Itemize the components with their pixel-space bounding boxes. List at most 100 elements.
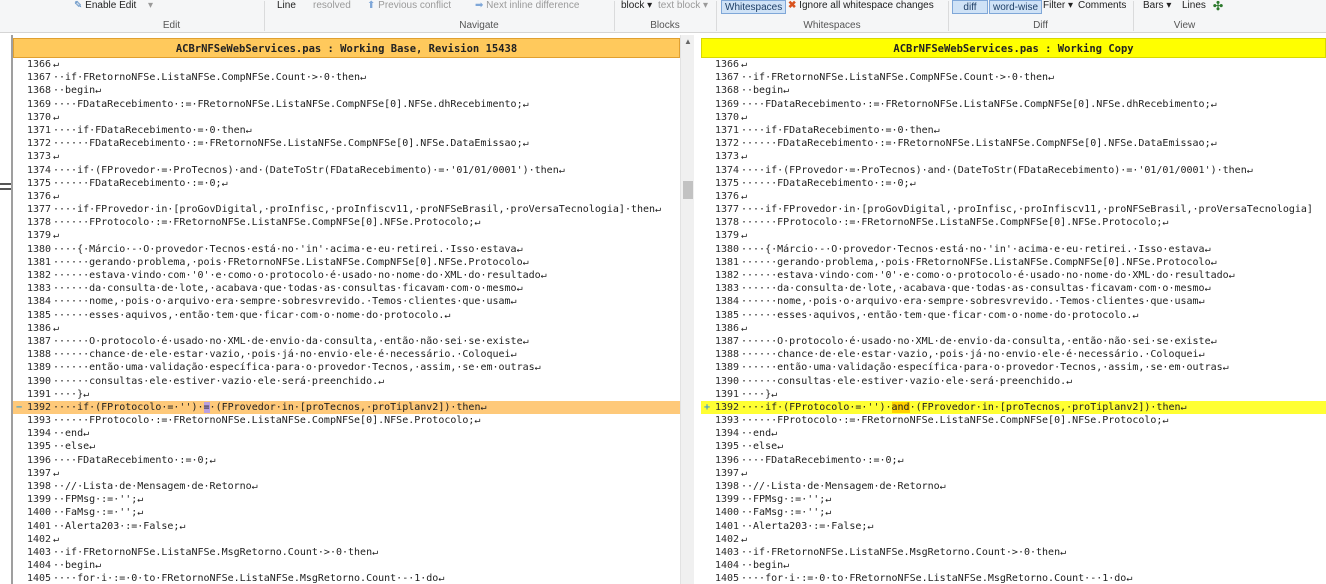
- code-line[interactable]: 1394 ··end↵: [701, 427, 1326, 440]
- code-line[interactable]: 1366 ↵: [13, 58, 680, 71]
- code-line[interactable]: 1367 ··if·FRetornoNFSe.ListaNFSe.CompNFSe…: [701, 71, 1326, 84]
- code-line[interactable]: 1402 ↵: [13, 533, 680, 546]
- code-line[interactable]: 1379 ↵: [13, 229, 680, 242]
- previous-conflict-button[interactable]: ⬆ Previous conflict: [367, 0, 451, 13]
- code-line[interactable]: 1400 ··FaMsg·:=·'';↵: [13, 506, 680, 519]
- word-wise-toggle[interactable]: word-wise: [989, 0, 1043, 14]
- code-line[interactable]: 1397 ↵: [13, 467, 680, 480]
- enable-edit-button[interactable]: ✎ Enable Edit: [74, 0, 136, 13]
- changed-code-line[interactable]: −1392 ····if·(FProtocolo·=·'')·=·(FProved…: [13, 400, 680, 415]
- code-line[interactable]: 1385 ······esses·aquivos,·então·tem·que·f…: [701, 309, 1326, 322]
- filter-dropdown[interactable]: Filter ▾: [1043, 0, 1073, 13]
- code-line[interactable]: 1368 ··begin↵: [701, 84, 1326, 97]
- comments-toggle[interactable]: Comments: [1078, 0, 1126, 13]
- code-line[interactable]: 1371 ····if·FDataRecebimento·=·0·then↵: [701, 124, 1326, 137]
- code-line[interactable]: 1380 ····{·Márcio·-·O·provedor·Tecnos·est…: [13, 243, 680, 256]
- code-line[interactable]: 1373 ↵: [701, 150, 1326, 163]
- code-line[interactable]: 1404 ··begin↵: [13, 559, 680, 572]
- code-line[interactable]: 1395 ··else↵: [13, 440, 680, 453]
- block-dropdown[interactable]: block ▾: [621, 0, 652, 13]
- code-line[interactable]: 1398 ··//·Lista·de·Mensagem·de·Retorno↵: [13, 480, 680, 493]
- code-line[interactable]: 1395 ··else↵: [701, 440, 1326, 453]
- dropdown-chevron-icon[interactable]: ▾: [148, 0, 153, 13]
- code-line[interactable]: 1397 ↵: [701, 467, 1326, 480]
- text-block-dropdown[interactable]: text block ▾: [658, 0, 708, 13]
- code-line[interactable]: 1369 ····FDataRecebimento·:=·FRetornoNFSe…: [701, 98, 1326, 111]
- scroll-up-icon[interactable]: ▲: [681, 37, 695, 49]
- code-line[interactable]: 1387 ······O·protocolo·é·usado·no·XML·de·…: [701, 335, 1326, 348]
- code-line[interactable]: 1393 ······FProtocolo·:=·FRetornoNFSe.Lis…: [13, 414, 680, 427]
- diff-toggle[interactable]: diff: [952, 0, 988, 14]
- code-line[interactable]: 1399 ··FPMsg·:=·'';↵: [13, 493, 680, 506]
- code-line[interactable]: 1382 ······estava·vindo·com·'0'·e·como·o·…: [13, 269, 680, 282]
- lines-icon[interactable]: ✣: [1213, 0, 1223, 13]
- code-line[interactable]: 1403 ··if·FRetornoNFSe.ListaNFSe.MsgRetor…: [13, 546, 680, 559]
- code-line[interactable]: 1373 ↵: [13, 150, 680, 163]
- code-line[interactable]: 1377 ····if·FProvedor·in·[proGovDigital,·…: [701, 203, 1326, 216]
- code-line[interactable]: 1367 ··if·FRetornoNFSe.ListaNFSe.CompNFSe…: [13, 71, 680, 84]
- code-line[interactable]: 1375 ······FDataRecebimento·:=·0;↵: [13, 177, 680, 190]
- code-line[interactable]: 1383 ······da·consulta·de·lote,·acabava·q…: [701, 282, 1326, 295]
- code-line[interactable]: 1385 ······esses·aquivos,·então·tem·que·f…: [13, 309, 680, 322]
- code-line[interactable]: 1372 ······FDataRecebimento·:=·FRetornoNF…: [13, 137, 680, 150]
- next-inline-difference-button[interactable]: ➡ Next inline difference: [475, 0, 579, 13]
- right-code-view[interactable]: 1366 ↵ 1367 ··if·FRetornoNFSe.ListaNFSe.Com…: [701, 58, 1326, 584]
- code-line[interactable]: 1402 ↵: [701, 533, 1326, 546]
- code-line[interactable]: 1378 ······FProtocolo·:=·FRetornoNFSe.Lis…: [13, 216, 680, 229]
- code-line[interactable]: 1372 ······FDataRecebimento·:=·FRetornoNF…: [701, 137, 1326, 150]
- code-line[interactable]: 1401 ··Alerta203·:=·False;↵: [701, 520, 1326, 533]
- ignore-whitespace-button[interactable]: ✖ Ignore all whitespace changes: [788, 0, 934, 13]
- code-line[interactable]: 1384 ······nome,·pois·o·arquivo·era·sempr…: [701, 295, 1326, 308]
- code-line[interactable]: 1371 ····if·FDataRecebimento·=·0·then↵: [13, 124, 680, 137]
- code-line[interactable]: 1399 ··FPMsg·:=·'';↵: [701, 493, 1326, 506]
- code-line[interactable]: 1381 ······gerando·problema,·pois·FRetorn…: [13, 256, 680, 269]
- left-diff-pane[interactable]: ACBrNFSeWebServices.pas : Working Base, …: [13, 35, 680, 584]
- code-line[interactable]: 1398 ··//·Lista·de·Mensagem·de·Retorno↵: [701, 480, 1326, 493]
- code-line[interactable]: 1394 ··end↵: [13, 427, 680, 440]
- code-line[interactable]: 1366 ↵: [701, 58, 1326, 71]
- code-line[interactable]: 1401 ··Alerta203·:=·False;↵: [13, 520, 680, 533]
- resolved-toggle[interactable]: resolved: [313, 0, 351, 13]
- code-line[interactable]: 1369 ····FDataRecebimento·:=·FRetornoNFSe…: [13, 98, 680, 111]
- code-line[interactable]: 1396 ····FDataRecebimento·:=·0;↵: [701, 454, 1326, 467]
- line-toggle[interactable]: Line: [277, 0, 296, 13]
- bars-dropdown[interactable]: Bars ▾: [1143, 0, 1171, 13]
- code-line[interactable]: 1370 ↵: [13, 111, 680, 124]
- right-diff-pane[interactable]: ACBrNFSeWebServices.pas : Working Copy 1…: [701, 35, 1326, 584]
- code-line[interactable]: 1400 ··FaMsg·:=·'';↵: [701, 506, 1326, 519]
- vertical-scrollbar[interactable]: ▲: [680, 35, 694, 584]
- code-line[interactable]: 1382 ······estava·vindo·com·'0'·e·como·o·…: [701, 269, 1326, 282]
- code-line[interactable]: 1391 ····}↵: [701, 388, 1326, 401]
- code-line[interactable]: 1376 ↵: [13, 190, 680, 203]
- code-line[interactable]: 1386 ↵: [701, 322, 1326, 335]
- left-code-view[interactable]: 1366 ↵ 1367 ··if·FRetornoNFSe.ListaNFSe.Com…: [13, 58, 680, 584]
- code-line[interactable]: 1377 ····if·FProvedor·in·[proGovDigital,·…: [13, 203, 680, 216]
- code-line[interactable]: 1375 ······FDataRecebimento·:=·0;↵: [701, 177, 1326, 190]
- code-line[interactable]: 1390 ······consultas·ele·estiver·vazio·el…: [13, 375, 680, 388]
- code-line[interactable]: 1388 ······chance·de·ele·estar·vazio,·poi…: [701, 348, 1326, 361]
- code-line[interactable]: 1389 ······então·uma·validação·específica…: [13, 361, 680, 374]
- code-line[interactable]: 1386 ↵: [13, 322, 680, 335]
- whitespaces-toggle[interactable]: Whitespaces: [721, 0, 787, 14]
- scrollbar-thumb[interactable]: [683, 181, 693, 199]
- code-line[interactable]: 1390 ······consultas·ele·estiver·vazio·el…: [701, 375, 1326, 388]
- code-line[interactable]: 1384 ······nome,·pois·o·arquivo·era·sempr…: [13, 295, 680, 308]
- code-line[interactable]: 1393 ······FProtocolo·:=·FRetornoNFSe.Lis…: [701, 414, 1326, 427]
- code-line[interactable]: 1378 ······FProtocolo·:=·FRetornoNFSe.Lis…: [701, 216, 1326, 229]
- code-line[interactable]: 1391 ····}↵: [13, 388, 680, 401]
- code-line[interactable]: 1404 ··begin↵: [701, 559, 1326, 572]
- code-line[interactable]: 1380 ····{·Márcio·-·O·provedor·Tecnos·est…: [701, 243, 1326, 256]
- changed-code-line[interactable]: +1392 ····if·(FProtocolo·=·'')·and·(FProv…: [701, 400, 1326, 415]
- lines-button[interactable]: Lines: [1182, 0, 1206, 13]
- code-line[interactable]: 1374 ····if·(FProvedor·=·ProTecnos)·and·(…: [701, 164, 1326, 177]
- code-line[interactable]: 1379 ↵: [701, 229, 1326, 242]
- code-line[interactable]: 1388 ······chance·de·ele·estar·vazio,·poi…: [13, 348, 680, 361]
- code-line[interactable]: 1370 ↵: [701, 111, 1326, 124]
- code-line[interactable]: 1405 ····for·i·:=·0·to·FRetornoNFSe.Lista…: [701, 572, 1326, 584]
- code-line[interactable]: 1368 ··begin↵: [13, 84, 680, 97]
- code-line[interactable]: 1374 ····if·(FProvedor·=·ProTecnos)·and·(…: [13, 164, 680, 177]
- code-line[interactable]: 1403 ··if·FRetornoNFSe.ListaNFSe.MsgRetor…: [701, 546, 1326, 559]
- code-line[interactable]: 1383 ······da·consulta·de·lote,·acabava·q…: [13, 282, 680, 295]
- code-line[interactable]: 1396 ····FDataRecebimento·:=·0;↵: [13, 454, 680, 467]
- code-line[interactable]: 1376 ↵: [701, 190, 1326, 203]
